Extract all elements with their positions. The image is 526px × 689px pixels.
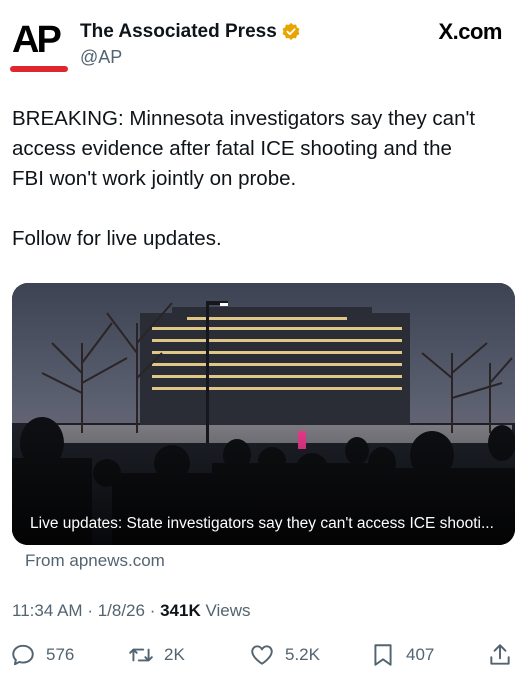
share-button[interactable] [487,640,523,670]
tweet-time[interactable]: 11:34 AM [12,601,83,620]
repost-icon [129,648,153,662]
meta-separator: · [149,601,161,620]
like-button[interactable]: 5.2K [249,640,320,670]
site-label: X.com [438,19,502,44]
account-handle[interactable]: @AP [80,46,122,68]
views-label: Views [205,601,251,620]
verified-badge-icon [282,22,300,40]
views-count: 341K [160,601,201,620]
bookmark-icon [374,644,392,666]
link-card[interactable]: Live updates: State investigators say th… [12,283,515,545]
reply-button[interactable]: 576 [10,640,74,670]
card-caption[interactable]: Live updates: State investigators say th… [30,515,494,533]
tweet-date[interactable]: 1/8/26 [98,601,145,620]
repost-count: 2K [164,645,185,664]
reply-icon [12,644,34,666]
action-bar: 576 2K 5.2K 407 [0,640,526,670]
avatar[interactable]: AP [10,18,70,74]
like-count: 5.2K [285,645,320,664]
repost-button[interactable]: 2K [128,640,185,670]
account-name[interactable]: The Associated Press [80,20,277,44]
share-icon [490,644,510,665]
tweet-follow-line: Follow for live updates. [12,227,222,250]
tweet-text: BREAKING: Minnesota investigators say th… [12,104,517,254]
card-photo [12,283,515,545]
tweet-meta: 11:34 AM · 1/8/26 · 341K Views [12,601,251,621]
bookmark-button[interactable]: 407 [370,640,434,670]
ap-logo-bar [10,66,68,72]
bookmark-count: 407 [406,645,435,664]
meta-separator: · [87,601,98,620]
ap-logo-text: AP [12,19,62,61]
reply-count: 576 [46,645,75,664]
tweet-body: BREAKING: Minnesota investigators say th… [12,107,476,190]
like-icon [251,645,273,665]
card-source[interactable]: From apnews.com [25,551,165,571]
